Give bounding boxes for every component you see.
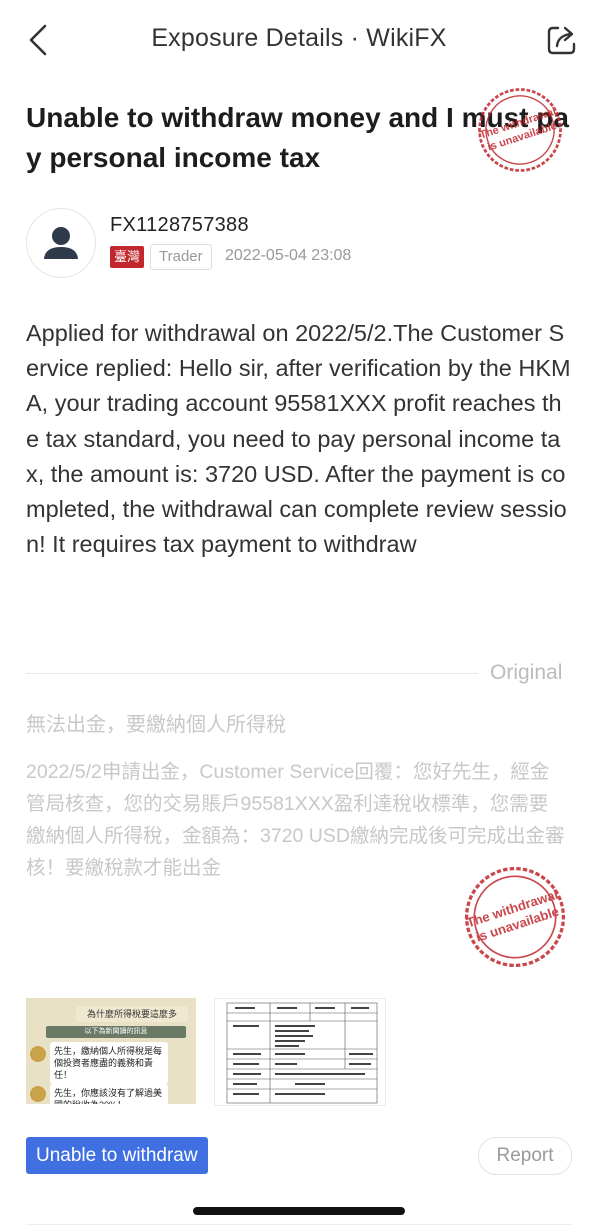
post-body: Applied for withdrawal on 2022/5/2.The C… <box>26 320 571 558</box>
report-button[interactable]: Report <box>478 1137 572 1175</box>
post-timestamp: 2022-05-04 23:08 <box>225 247 352 264</box>
nav-bar: Exposure Details · WikiFX <box>0 0 598 80</box>
chat-avatar <box>30 1086 46 1102</box>
chat-avatar <box>30 1046 46 1062</box>
role-badge: Trader <box>150 244 212 270</box>
home-indicator <box>193 1207 405 1215</box>
avatar[interactable] <box>26 208 96 278</box>
chat-message: 先生，你應該沒有了解過美國的稅收為30%！ <box>50 1084 168 1104</box>
category-tag-button[interactable]: Unable to withdraw <box>26 1137 208 1174</box>
chat-header: 為什麼所得稅要這麼多 <box>76 1006 188 1022</box>
divider <box>26 1224 572 1225</box>
withdrawal-unavailable-stamp: The withdrawal is unavailable <box>478 88 562 172</box>
attachment-thumbnail-document[interactable] <box>214 998 386 1106</box>
page-title: Exposure Details · WikiFX <box>151 24 447 52</box>
attachment-thumbnail-chat[interactable]: 為什麼所得稅要這麼多 以下為新聞讀的訊息 先生，繳納個人所得稅是每個投資者應盡的… <box>26 998 196 1104</box>
original-title: 無法出金，要繳納個人所得稅 <box>26 714 286 736</box>
original-label: Original <box>490 661 563 684</box>
chat-message: 先生，繳納個人所得稅是每個投資者應盡的義務和責任！ <box>50 1042 168 1084</box>
divider <box>26 673 478 674</box>
user-avatar-icon <box>35 217 87 269</box>
author-name[interactable]: FX1128757388 <box>110 214 249 237</box>
share-button[interactable] <box>544 22 580 58</box>
chat-notice: 以下為新聞讀的訊息 <box>46 1026 186 1038</box>
author-row: FX1128757388 臺灣 Trader 2022-05-04 23:08 <box>26 208 576 278</box>
region-badge: 臺灣 <box>110 246 145 268</box>
share-icon <box>547 26 576 55</box>
document-form-image <box>226 1002 378 1104</box>
withdrawal-unavailable-stamp: The withdrawal is unavailable <box>465 866 566 968</box>
